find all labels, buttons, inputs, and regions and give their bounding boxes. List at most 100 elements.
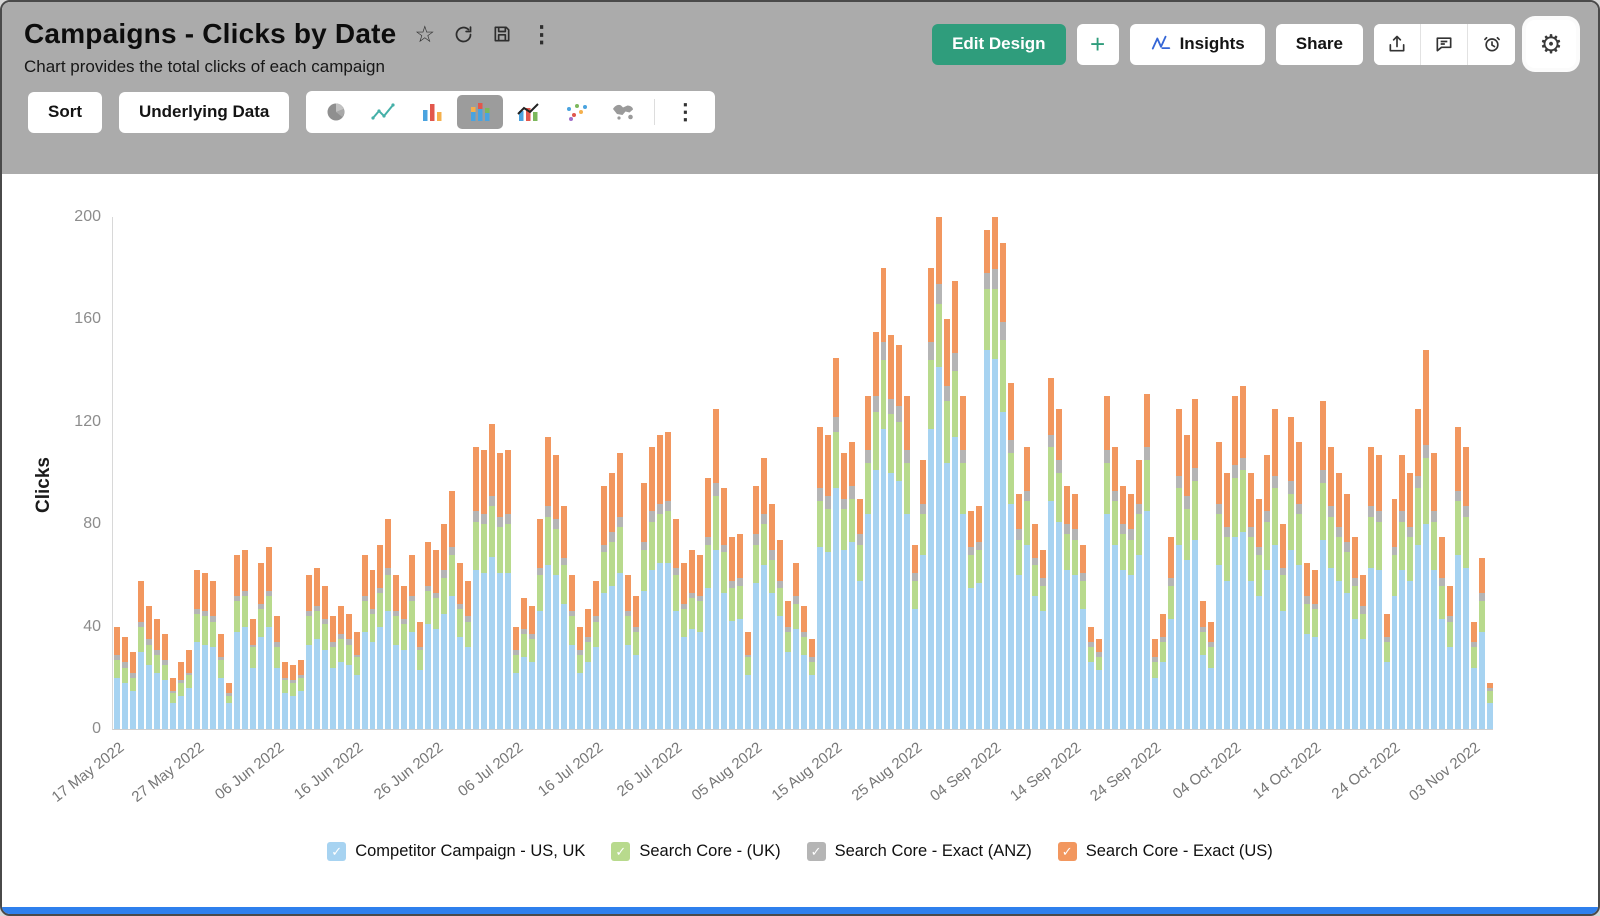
bar-62[interactable] bbox=[608, 217, 616, 729]
comments-button[interactable] bbox=[1421, 24, 1468, 65]
bar-93[interactable] bbox=[856, 217, 864, 729]
bar-112[interactable] bbox=[1007, 217, 1015, 729]
bar-111[interactable] bbox=[999, 217, 1007, 729]
bar-47[interactable] bbox=[488, 217, 496, 729]
bar-133[interactable] bbox=[1175, 217, 1183, 729]
bar-51[interactable] bbox=[520, 217, 528, 729]
alerts-button[interactable] bbox=[1468, 24, 1515, 65]
bar-86[interactable] bbox=[800, 217, 808, 729]
bar-43[interactable] bbox=[456, 217, 464, 729]
stacked-bar-chart-icon[interactable] bbox=[457, 95, 503, 129]
bar-69[interactable] bbox=[664, 217, 672, 729]
bar-52[interactable] bbox=[528, 217, 536, 729]
bar-169[interactable] bbox=[1462, 217, 1470, 729]
bar-3[interactable] bbox=[137, 217, 145, 729]
bar-76[interactable] bbox=[720, 217, 728, 729]
bar-87[interactable] bbox=[808, 217, 816, 729]
bar-149[interactable] bbox=[1303, 217, 1311, 729]
bar-45[interactable] bbox=[472, 217, 480, 729]
map-chart-icon[interactable] bbox=[601, 95, 647, 129]
bar-65[interactable] bbox=[632, 217, 640, 729]
export-button[interactable] bbox=[1374, 24, 1421, 65]
bar-56[interactable] bbox=[560, 217, 568, 729]
bar-10[interactable] bbox=[193, 217, 201, 729]
underlying-data-button[interactable]: Underlying Data bbox=[119, 92, 289, 133]
bar-88[interactable] bbox=[816, 217, 824, 729]
bar-chart-icon[interactable] bbox=[409, 95, 455, 129]
share-button[interactable]: Share bbox=[1276, 24, 1363, 65]
bar-139[interactable] bbox=[1223, 217, 1231, 729]
bar-85[interactable] bbox=[792, 217, 800, 729]
bar-170[interactable] bbox=[1470, 217, 1478, 729]
combo-chart-icon[interactable] bbox=[505, 95, 551, 129]
bar-145[interactable] bbox=[1271, 217, 1279, 729]
bar-125[interactable] bbox=[1111, 217, 1119, 729]
bar-30[interactable] bbox=[353, 217, 361, 729]
bar-81[interactable] bbox=[760, 217, 768, 729]
line-chart-icon[interactable] bbox=[361, 95, 407, 129]
bar-118[interactable] bbox=[1055, 217, 1063, 729]
bar-136[interactable] bbox=[1199, 217, 1207, 729]
sort-button[interactable]: Sort bbox=[28, 92, 102, 133]
bar-50[interactable] bbox=[512, 217, 520, 729]
bar-12[interactable] bbox=[209, 217, 217, 729]
bar-83[interactable] bbox=[776, 217, 784, 729]
add-button[interactable]: + bbox=[1077, 24, 1119, 65]
bar-103[interactable] bbox=[935, 217, 943, 729]
bar-24[interactable] bbox=[305, 217, 313, 729]
bar-132[interactable] bbox=[1167, 217, 1175, 729]
bar-57[interactable] bbox=[568, 217, 576, 729]
bar-74[interactable] bbox=[704, 217, 712, 729]
bar-11[interactable] bbox=[201, 217, 209, 729]
bar-68[interactable] bbox=[656, 217, 664, 729]
bar-165[interactable] bbox=[1430, 217, 1438, 729]
bar-171[interactable] bbox=[1478, 217, 1486, 729]
save-icon[interactable] bbox=[492, 24, 512, 44]
bar-84[interactable] bbox=[784, 217, 792, 729]
bar-27[interactable] bbox=[329, 217, 337, 729]
bar-26[interactable] bbox=[321, 217, 329, 729]
bar-17[interactable] bbox=[249, 217, 257, 729]
bar-2[interactable] bbox=[129, 217, 137, 729]
bar-25[interactable] bbox=[313, 217, 321, 729]
bar-6[interactable] bbox=[161, 217, 169, 729]
bar-97[interactable] bbox=[887, 217, 895, 729]
bar-38[interactable] bbox=[416, 217, 424, 729]
bar-98[interactable] bbox=[895, 217, 903, 729]
bar-42[interactable] bbox=[448, 217, 456, 729]
bar-16[interactable] bbox=[241, 217, 249, 729]
bar-124[interactable] bbox=[1103, 217, 1111, 729]
bar-153[interactable] bbox=[1335, 217, 1343, 729]
bar-7[interactable] bbox=[169, 217, 177, 729]
bar-156[interactable] bbox=[1359, 217, 1367, 729]
bar-41[interactable] bbox=[440, 217, 448, 729]
bar-110[interactable] bbox=[991, 217, 999, 729]
bar-130[interactable] bbox=[1151, 217, 1159, 729]
bar-31[interactable] bbox=[361, 217, 369, 729]
pie-chart-icon[interactable] bbox=[313, 95, 359, 129]
bar-72[interactable] bbox=[688, 217, 696, 729]
bar-48[interactable] bbox=[496, 217, 504, 729]
bar-106[interactable] bbox=[959, 217, 967, 729]
legend-item[interactable]: ✓Search Core - Exact (ANZ) bbox=[807, 842, 1032, 861]
bar-109[interactable] bbox=[983, 217, 991, 729]
bar-55[interactable] bbox=[552, 217, 560, 729]
legend-item[interactable]: ✓Competitor Campaign - US, UK bbox=[327, 842, 585, 861]
bar-39[interactable] bbox=[424, 217, 432, 729]
bar-164[interactable] bbox=[1422, 217, 1430, 729]
bar-32[interactable] bbox=[369, 217, 377, 729]
bar-167[interactable] bbox=[1446, 217, 1454, 729]
bar-131[interactable] bbox=[1159, 217, 1167, 729]
bar-116[interactable] bbox=[1039, 217, 1047, 729]
bar-71[interactable] bbox=[680, 217, 688, 729]
bar-105[interactable] bbox=[951, 217, 959, 729]
bar-157[interactable] bbox=[1367, 217, 1375, 729]
bar-1[interactable] bbox=[121, 217, 129, 729]
bar-5[interactable] bbox=[153, 217, 161, 729]
bar-80[interactable] bbox=[752, 217, 760, 729]
bar-143[interactable] bbox=[1255, 217, 1263, 729]
bar-119[interactable] bbox=[1063, 217, 1071, 729]
bar-0[interactable] bbox=[113, 217, 121, 729]
edit-design-button[interactable]: Edit Design bbox=[932, 24, 1066, 65]
bar-21[interactable] bbox=[281, 217, 289, 729]
